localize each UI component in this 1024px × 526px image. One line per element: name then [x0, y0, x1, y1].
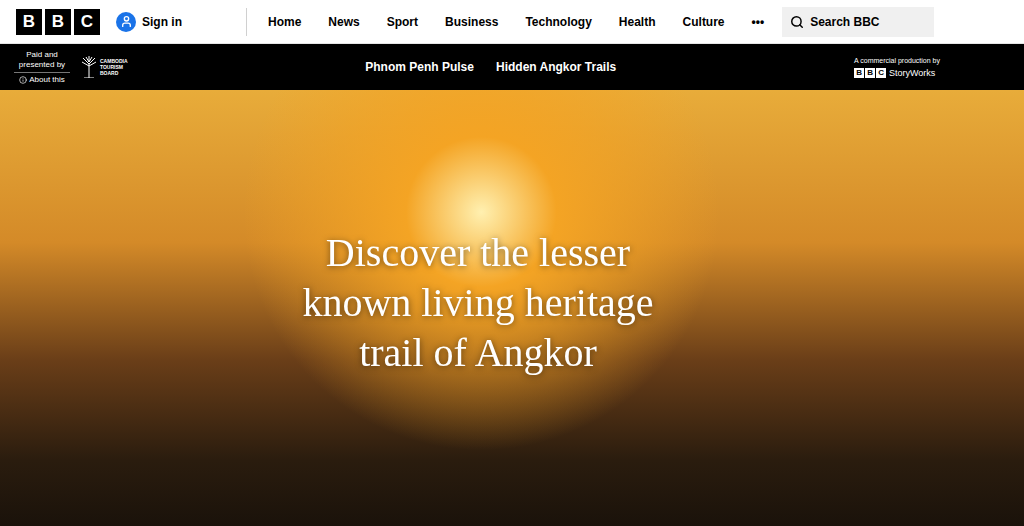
search-box[interactable]: Search BBC: [782, 7, 934, 37]
nav-item[interactable]: Business: [445, 13, 498, 31]
hero-headline: Discover the lesser known living heritag…: [268, 228, 688, 378]
paid-info: Paid and presented by About this: [14, 50, 70, 85]
nav-item[interactable]: Home: [268, 13, 301, 31]
top-nav: BBCSign inHomeNewsSportBusinessTechnolog…: [0, 0, 1024, 44]
sponsor-links: Phnom Penh Pulse Hidden Angkor Trails: [128, 58, 855, 76]
storyworks-name: StoryWorks: [889, 68, 935, 78]
nav-item[interactable]: Technology: [525, 13, 591, 31]
about-link[interactable]: About this: [19, 75, 65, 85]
info-icon: [19, 76, 27, 84]
logo-block: B: [16, 9, 42, 35]
sponsor-logo-text: CAMBODIA: [100, 58, 128, 64]
sponsor-bar: Paid and presented by About this CAMBODIAT…: [0, 44, 1024, 90]
cambodia-tree-icon: [80, 56, 98, 78]
hero: Discover the lesser known living heritag…: [0, 90, 1024, 526]
search-icon: [790, 15, 804, 29]
logo-block: C: [74, 9, 100, 35]
logo-block: B: [854, 68, 864, 78]
production-label: A commercial production by: [854, 57, 940, 65]
logo-block: B: [865, 68, 875, 78]
nav-item[interactable]: News: [328, 13, 359, 31]
nav-menu: Home News Sport Business Technology Health Cul…: [268, 13, 764, 31]
user-icon: [116, 12, 136, 32]
nav-item[interactable]: Health: [619, 13, 656, 31]
logo-block: C: [876, 68, 886, 78]
paid-label: Paid and presented by: [14, 50, 70, 70]
sponsor-link[interactable]: Hidden Angkor Trails: [496, 58, 616, 76]
bbc-logo[interactable]: BBC: [16, 9, 100, 35]
sponsor-logo[interactable]: CAMBODIATOURISMBOARD: [80, 56, 128, 78]
search-placeholder: Search BBC: [810, 13, 879, 31]
divider: [246, 8, 247, 36]
sponsor-link[interactable]: Phnom Penh Pulse: [365, 58, 474, 76]
nav-item[interactable]: Sport: [387, 13, 418, 31]
sponsor-logo-text: BOARD: [100, 70, 128, 76]
page: BBCSign inHomeNewsSportBusinessTechnolog…: [0, 0, 1024, 526]
storyworks-logo[interactable]: BBCStoryWorks: [854, 68, 935, 78]
sign-in[interactable]: Sign in: [116, 12, 246, 32]
sponsor-logo-text: TOURISM: [100, 64, 128, 70]
nav-item[interactable]: Culture: [683, 13, 725, 31]
more-button[interactable]: •••: [752, 13, 765, 31]
paid-rule: [14, 72, 70, 73]
logo-block: B: [45, 9, 71, 35]
sign-in-label: Sign in: [142, 13, 182, 31]
production-credit: A commercial production byBBCStoryWorks: [854, 57, 940, 78]
